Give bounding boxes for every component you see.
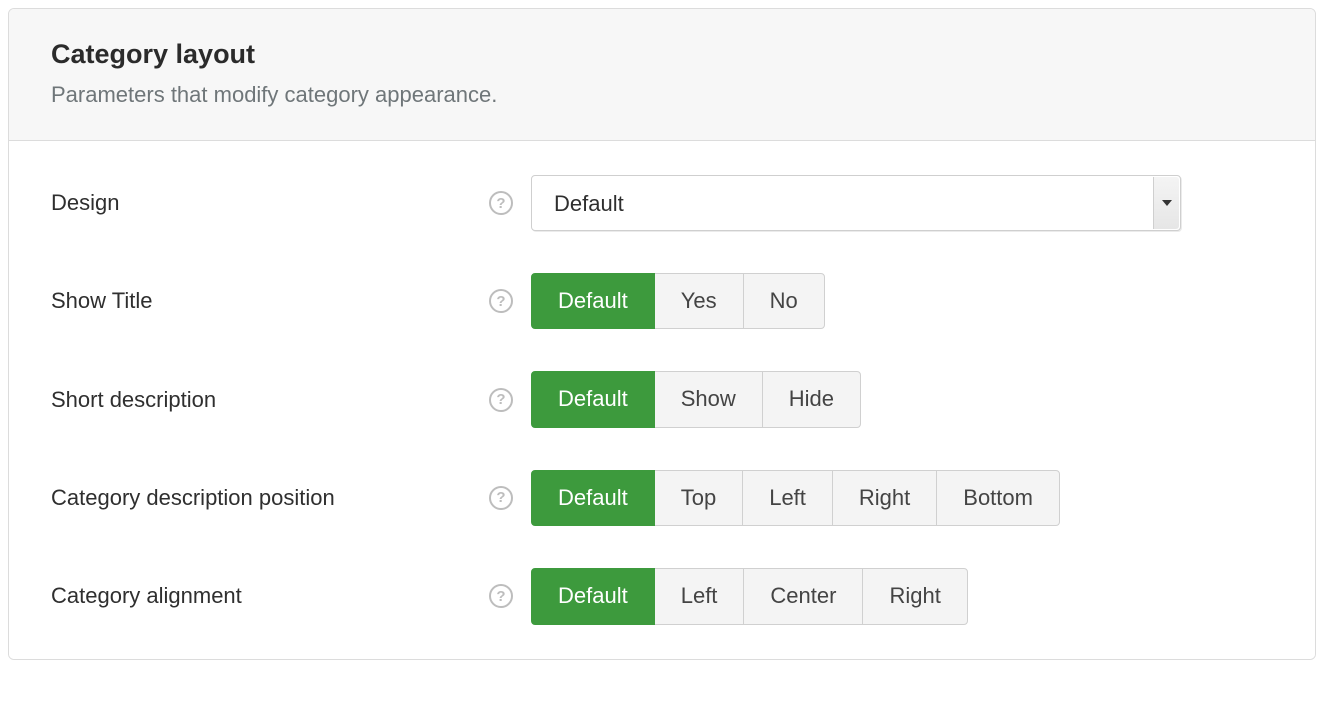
label-cat-desc-position: Category description position: [51, 485, 335, 511]
cat-alignment-option-left[interactable]: Left: [654, 568, 745, 624]
short-description-option-default[interactable]: Default: [531, 371, 655, 427]
cat-desc-position-group: DefaultTopLeftRightBottom: [531, 470, 1060, 526]
category-layout-panel: Category layout Parameters that modify c…: [8, 8, 1316, 660]
show-title-option-default[interactable]: Default: [531, 273, 655, 329]
label-design: Design: [51, 190, 119, 216]
cat-alignment-option-center[interactable]: Center: [743, 568, 863, 624]
row-cat-alignment: Category alignment ? DefaultLeftCenterRi…: [51, 568, 1273, 624]
row-design: Design ? Default: [51, 175, 1273, 231]
panel-subtitle: Parameters that modify category appearan…: [51, 82, 1273, 108]
row-show-title: Show Title ? DefaultYesNo: [51, 273, 1273, 329]
panel-header: Category layout Parameters that modify c…: [9, 9, 1315, 141]
help-icon[interactable]: ?: [489, 486, 513, 510]
cat-desc-position-option-bottom[interactable]: Bottom: [936, 470, 1060, 526]
help-icon[interactable]: ?: [489, 388, 513, 412]
show-title-group: DefaultYesNo: [531, 273, 825, 329]
cat-desc-position-option-right[interactable]: Right: [832, 470, 937, 526]
label-short-description: Short description: [51, 387, 216, 413]
design-select-wrap: Default: [531, 175, 1181, 231]
cat-alignment-option-right[interactable]: Right: [862, 568, 967, 624]
cat-desc-position-option-default[interactable]: Default: [531, 470, 655, 526]
help-icon[interactable]: ?: [489, 289, 513, 313]
help-icon[interactable]: ?: [489, 191, 513, 215]
help-icon[interactable]: ?: [489, 584, 513, 608]
show-title-option-no[interactable]: No: [743, 273, 825, 329]
show-title-option-yes[interactable]: Yes: [654, 273, 744, 329]
cat-desc-position-option-top[interactable]: Top: [654, 470, 743, 526]
short-description-option-show[interactable]: Show: [654, 371, 763, 427]
design-select[interactable]: Default: [531, 175, 1181, 231]
cat-alignment-group: DefaultLeftCenterRight: [531, 568, 968, 624]
row-cat-desc-position: Category description position ? DefaultT…: [51, 470, 1273, 526]
panel-title: Category layout: [51, 39, 1273, 70]
cat-alignment-option-default[interactable]: Default: [531, 568, 655, 624]
short-description-group: DefaultShowHide: [531, 371, 861, 427]
label-cat-alignment: Category alignment: [51, 583, 242, 609]
cat-desc-position-option-left[interactable]: Left: [742, 470, 833, 526]
panel-body: Design ? Default Show Title ? DefaultYes…: [9, 141, 1315, 659]
label-show-title: Show Title: [51, 288, 153, 314]
short-description-option-hide[interactable]: Hide: [762, 371, 861, 427]
row-short-description: Short description ? DefaultShowHide: [51, 371, 1273, 427]
